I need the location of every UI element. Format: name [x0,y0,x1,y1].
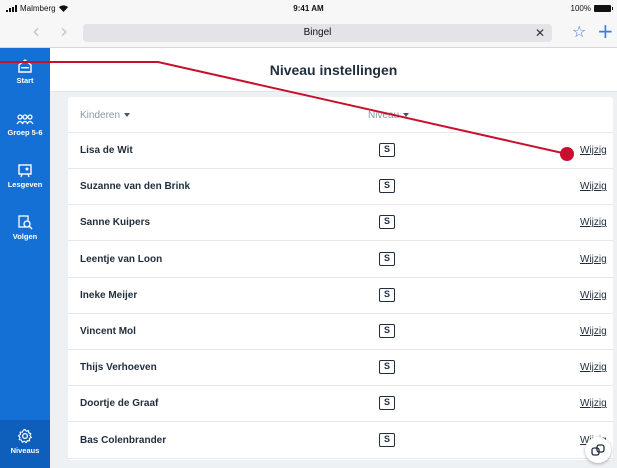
close-icon[interactable]: ✕ [535,24,545,42]
edit-link[interactable]: Wijzig [580,145,607,156]
table-row: Thijs Verhoeven S Wijzig [68,350,613,387]
child-name: Thijs Verhoeven [80,362,157,374]
clock: 9:41 AM [293,4,324,13]
sort-kinderen-button[interactable]: Kinderen [80,110,131,121]
child-name: Ineke Meijer [80,289,138,301]
table-row: Bas ColenbranderSWijzig [68,423,613,459]
edit-link[interactable]: Wijzig [580,362,607,373]
sidebar-item-groep[interactable]: Groep 5-6 [0,114,50,137]
table-row: Suzanne van den Brink S Wijzig [68,169,613,206]
sidebar-item-label: Lesgeven [7,180,43,189]
level-badge: S [379,396,395,411]
edit-link[interactable]: Wijzig [580,398,607,409]
level-table: Kinderen Niveau Lisa de Wit S Wijzig Suzann… [68,97,613,460]
link-icon [591,444,605,456]
child-name: Doortje de Graaf [80,398,159,410]
sidebar: Start Groep 5-6 Lesgeven Volgen Niveaus [0,48,50,468]
chevron-down-icon [124,113,131,118]
battery-percent: 100% [570,4,591,13]
page-title: Niveau instellingen [50,48,617,92]
level-badge: S [379,215,395,230]
sidebar-item-niveaus[interactable]: Niveaus [0,420,50,468]
group-icon [16,114,34,125]
browser-toolbar: ‹ › Bingel ✕ ☆ + [0,18,617,48]
sidebar-item-label: Start [16,76,34,85]
column-header: Kinderen [80,110,121,121]
status-bar: Malmberg 9:41 AM 100% [0,0,617,18]
level-badge: S [379,143,395,157]
child-name: Suzanne van den Brink [80,181,191,193]
child-name: Sanne Kuipers [80,217,151,229]
child-name: Lisa de Wit [80,145,133,156]
level-badge: S [379,360,395,375]
sidebar-item-label: Volgen [12,232,38,241]
teach-icon [18,164,32,178]
track-icon [18,215,33,230]
level-badge: S [379,287,395,302]
link-float-button[interactable] [585,437,611,463]
table-row: Ineke Meijer S Wijzig [68,278,613,314]
child-name: Bas Colenbrander [80,434,167,446]
sidebar-item-volgen[interactable]: Volgen [0,214,50,241]
chevron-down-icon [403,113,410,118]
table-row: Lisa de Wit S Wijzig [68,133,613,169]
edit-link[interactable]: Wijzig [580,254,607,265]
gear-icon [17,428,33,444]
table-row: Sanne Kuipers S Wijzig [68,205,613,242]
sidebar-item-start[interactable]: Start [0,58,50,85]
sidebar-item-lesgeven[interactable]: Lesgeven [0,162,50,189]
home-icon [18,59,32,73]
sidebar-item-label: Groep 5-6 [7,128,43,137]
sort-niveau-button[interactable]: Niveau [368,110,410,121]
table-row: Leentje van Loon S Wijzig [68,242,613,278]
level-badge: S [379,179,395,194]
level-badge: S [379,251,395,266]
url-text: Bingel [303,27,332,38]
table-row: Vincent Mol S Wijzig [68,314,613,350]
address-bar[interactable]: Bingel ✕ [83,24,552,42]
child-name: Leentje van Loon [80,253,163,265]
column-header: Niveau [368,110,400,121]
level-badge: S [379,324,395,338]
table-header: Kinderen Niveau [68,97,613,133]
battery-icon [594,5,613,12]
edit-link[interactable]: Wijzig [580,290,607,301]
battery-info: 100% [570,4,613,13]
plus-icon[interactable]: + [597,21,614,41]
sidebar-item-label: Niveaus [10,446,40,455]
edit-link[interactable]: Wijzig [580,326,607,337]
table-row: Doortje de Graaf S Wijzig [68,386,613,423]
back-button[interactable]: ‹ [32,21,40,41]
level-badge: S [379,432,395,447]
edit-link[interactable]: Wijzig [580,181,607,192]
star-icon[interactable]: ☆ [572,23,586,41]
child-name: Vincent Mol [80,326,136,337]
edit-link[interactable]: Wijzig [580,217,607,228]
forward-button[interactable]: › [60,21,68,41]
